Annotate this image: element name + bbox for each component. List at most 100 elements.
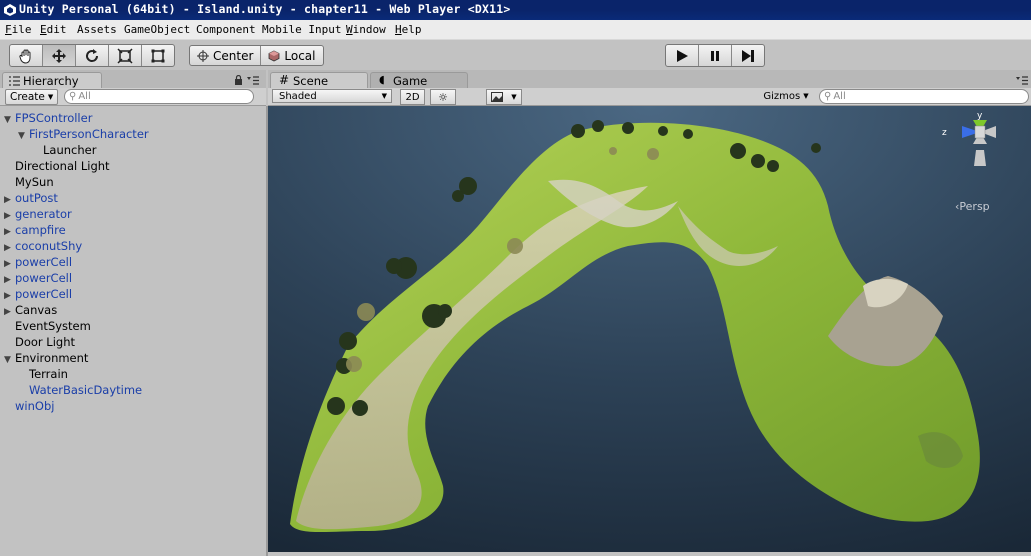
menu-edit[interactable]: Edit xyxy=(40,23,67,36)
hierarchy-item-label: Door Light xyxy=(15,335,76,349)
hierarchy-item-label: WaterBasicDaytime xyxy=(29,383,143,397)
list-icon xyxy=(9,76,20,86)
step-icon xyxy=(742,49,754,62)
hierarchy-item[interactable]: Terrain xyxy=(18,366,68,382)
scene-search-input[interactable]: ⚲ All xyxy=(819,89,1029,104)
tab-scene[interactable]: # Scene xyxy=(270,72,368,89)
move-tool-button[interactable] xyxy=(43,45,76,66)
hierarchy-item[interactable]: Launcher xyxy=(32,142,96,158)
hierarchy-item-label: Canvas xyxy=(15,303,58,317)
scene-viewport[interactable]: y z xyxy=(268,106,1031,552)
hierarchy-item-label: MySun xyxy=(15,175,54,189)
hierarchy-item-label: coconutShy xyxy=(15,239,83,253)
hierarchy-item-label: Environment xyxy=(15,351,89,365)
scale-icon xyxy=(117,47,133,64)
toggle-2d-button[interactable]: 2D xyxy=(400,89,425,105)
menu-component[interactable]: Component xyxy=(196,23,256,36)
lock-icon[interactable] xyxy=(234,75,243,85)
local-rotation-icon xyxy=(268,50,280,61)
tab-scene-label: Scene xyxy=(293,74,329,88)
menu-gameobject[interactable]: GameObject xyxy=(124,23,190,36)
menu-help[interactable]: Help xyxy=(395,23,422,36)
expanded-arrow-icon[interactable]: ▼ xyxy=(4,352,15,368)
hierarchy-search-placeholder: All xyxy=(78,91,91,102)
menu-bar: File Edit Assets GameObject Component Mo… xyxy=(0,20,1031,40)
playback-controls xyxy=(665,44,765,67)
move-icon xyxy=(52,48,66,63)
hand-tool-button[interactable] xyxy=(10,45,43,66)
rotate-icon xyxy=(86,48,99,62)
scene-orientation-gizmo[interactable]: y z xyxy=(940,112,1020,202)
hierarchy-item-label: EventSystem xyxy=(15,319,91,333)
rotate-tool-button[interactable] xyxy=(76,45,109,66)
hierarchy-item[interactable]: ▶ campfire xyxy=(4,222,66,238)
projection-label[interactable]: ‹Persp xyxy=(955,200,990,213)
hierarchy-item[interactable]: MySun xyxy=(4,174,54,190)
hierarchy-item[interactable]: Directional Light xyxy=(4,158,110,174)
expanded-arrow-icon[interactable]: ▼ xyxy=(18,128,29,144)
scene-toolbar: Shaded ▼ 2D ☼ ▼ Gizmos ▼ ⚲ All xyxy=(268,88,1031,106)
hierarchy-item-label: FPSController xyxy=(15,111,93,125)
hierarchy-item-label: FirstPersonCharacter xyxy=(29,127,149,141)
hierarchy-item-label: outPost xyxy=(15,191,58,205)
window-title-bar: Unity Personal (64bit) - Island.unity - … xyxy=(0,0,1031,20)
hierarchy-item[interactable]: ▼ FPSController xyxy=(4,110,92,126)
expanded-arrow-icon[interactable]: ▼ xyxy=(4,112,15,128)
menu-assets[interactable]: Assets xyxy=(77,23,117,36)
hierarchy-tab-row: Hierarchy xyxy=(0,70,266,89)
pivot-center-icon xyxy=(197,49,209,62)
play-button[interactable] xyxy=(666,45,699,66)
hierarchy-item[interactable]: EventSystem xyxy=(4,318,91,334)
scale-tool-button[interactable] xyxy=(109,45,142,66)
menu-mobile-input[interactable]: Mobile Input xyxy=(262,23,341,36)
gizmos-label: Gizmos xyxy=(763,90,801,102)
step-button[interactable] xyxy=(732,45,764,66)
hierarchy-item[interactable]: ▶ powerCell xyxy=(4,254,72,270)
hierarchy-item[interactable]: ▶ powerCell xyxy=(4,286,72,302)
toggle-2d-label: 2D xyxy=(405,91,420,103)
game-pacman-icon: ◖ xyxy=(379,73,385,86)
panel-menu-icon[interactable] xyxy=(1016,76,1028,85)
gizmos-dropdown[interactable]: Gizmos ▼ xyxy=(758,89,814,103)
search-icon: ⚲ xyxy=(824,91,832,102)
hierarchy-item-label: powerCell xyxy=(15,255,73,269)
hierarchy-item[interactable]: WaterBasicDaytime xyxy=(18,382,142,398)
create-label: Create xyxy=(10,91,45,103)
scene-effects-dropdown[interactable]: ▼ xyxy=(486,89,522,105)
tab-hierarchy-label: Hierarchy xyxy=(23,74,79,88)
shading-mode-dropdown[interactable]: Shaded ▼ xyxy=(272,89,392,103)
image-icon xyxy=(491,92,504,102)
rect-tool-button[interactable] xyxy=(142,45,174,66)
menu-file[interactable]: File xyxy=(5,23,32,36)
create-dropdown[interactable]: Create ▼ xyxy=(5,89,59,105)
dropdown-arrow-icon: ▼ xyxy=(511,93,517,101)
hierarchy-item-label: Launcher xyxy=(43,143,97,157)
hierarchy-item-label: Terrain xyxy=(29,367,68,381)
rect-tool-icon xyxy=(151,49,165,62)
play-icon xyxy=(677,49,688,62)
search-icon: ⚲ xyxy=(69,91,77,102)
hierarchy-item[interactable]: ▶ outPost xyxy=(4,190,58,206)
tab-hierarchy[interactable]: Hierarchy xyxy=(2,72,102,89)
pivot-local-button[interactable]: Local xyxy=(261,46,322,65)
hierarchy-search-input[interactable]: ⚲ All xyxy=(64,89,254,104)
hierarchy-item-label: powerCell xyxy=(15,287,73,301)
dropdown-arrow-icon: ▼ xyxy=(803,92,809,100)
menu-window[interactable]: Window xyxy=(346,23,386,36)
pivot-controls: Center Local xyxy=(189,45,324,66)
hierarchy-item[interactable]: ▶ coconutShy xyxy=(4,238,82,254)
tab-game[interactable]: ◖ Game xyxy=(370,72,468,89)
hierarchy-item[interactable]: winObj xyxy=(4,398,54,414)
hierarchy-item[interactable]: ▼ FirstPersonCharacter xyxy=(18,126,149,142)
hierarchy-item[interactable]: ▶ powerCell xyxy=(4,270,72,286)
hierarchy-item-label: Directional Light xyxy=(15,159,110,173)
hierarchy-item[interactable]: ▼ Environment xyxy=(4,350,88,366)
hierarchy-item[interactable]: ▶ generator xyxy=(4,206,72,222)
hierarchy-item[interactable]: ▶ Canvas xyxy=(4,302,57,318)
hierarchy-item-label: campfire xyxy=(15,223,66,237)
pause-button[interactable] xyxy=(699,45,732,66)
hierarchy-item[interactable]: Door Light xyxy=(4,334,75,350)
scene-lighting-toggle[interactable]: ☼ xyxy=(430,89,456,105)
pivot-center-button[interactable]: Center xyxy=(190,46,262,65)
panel-menu-icon[interactable] xyxy=(247,76,259,85)
